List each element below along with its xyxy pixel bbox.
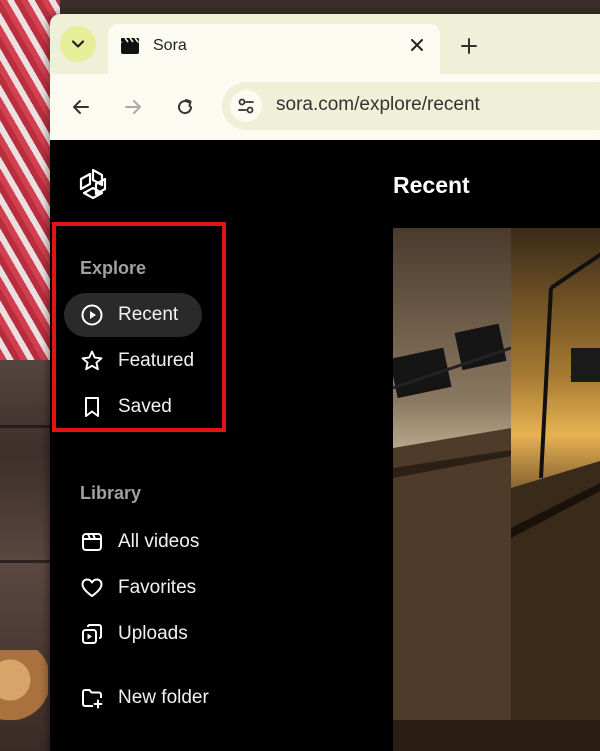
new-folder-label: New folder bbox=[118, 687, 209, 708]
clapperboard-icon bbox=[80, 530, 104, 554]
forward-button[interactable] bbox=[118, 92, 148, 122]
folder-plus-icon bbox=[80, 686, 104, 710]
arrow-left-icon bbox=[73, 100, 89, 114]
video-thumbnail[interactable] bbox=[511, 228, 600, 720]
sidebar-item-uploads[interactable]: Uploads bbox=[64, 612, 202, 656]
close-icon bbox=[411, 39, 423, 51]
sora-page: Recent Explore Recent Featured Saved Lib… bbox=[50, 140, 600, 751]
tab-strip: Sora bbox=[50, 14, 600, 74]
reload-icon bbox=[178, 99, 193, 115]
tab-search-button[interactable] bbox=[60, 26, 96, 62]
chevron-down-icon bbox=[71, 40, 85, 48]
video-thumbnail-image bbox=[511, 228, 600, 720]
clapperboard-favicon-icon bbox=[121, 37, 139, 54]
site-info-button[interactable] bbox=[230, 90, 262, 122]
uploads-icon bbox=[80, 622, 104, 646]
library-heading: Library bbox=[80, 483, 142, 503]
new-tab-button[interactable] bbox=[455, 32, 483, 60]
reload-button[interactable] bbox=[170, 92, 200, 122]
video-thumbnail[interactable] bbox=[393, 720, 600, 751]
sidebar-item-label: Favorites bbox=[118, 577, 197, 598]
cork-object bbox=[0, 650, 48, 720]
browser-toolbar: sora.com/explore/recent bbox=[50, 74, 600, 140]
address-bar[interactable]: sora.com/explore/recent bbox=[222, 82, 600, 130]
tab-close-button[interactable] bbox=[404, 32, 430, 58]
url-text: sora.com/explore/recent bbox=[276, 94, 480, 115]
sidebar-item-all-videos[interactable]: All videos bbox=[64, 520, 202, 564]
video-thumbnail-image bbox=[393, 228, 511, 720]
arrow-right-icon bbox=[125, 100, 141, 114]
plus-icon bbox=[461, 38, 477, 54]
annotation-highlight-box bbox=[52, 222, 226, 432]
openai-logo-icon[interactable] bbox=[76, 167, 110, 201]
sidebar-item-label: Uploads bbox=[118, 623, 188, 644]
browser-window: Sora sora.com/explore/recent Recent Expl… bbox=[50, 14, 600, 751]
tune-icon bbox=[238, 98, 254, 114]
back-button[interactable] bbox=[66, 92, 96, 122]
video-thumbnail[interactable] bbox=[393, 228, 511, 720]
sidebar-item-label: All videos bbox=[118, 531, 200, 552]
tab-title: Sora bbox=[153, 37, 187, 54]
page-title: Recent bbox=[393, 172, 470, 198]
heart-icon bbox=[80, 576, 104, 600]
sidebar-item-favorites[interactable]: Favorites bbox=[64, 566, 202, 610]
tab-sora[interactable]: Sora bbox=[108, 24, 440, 74]
new-folder-button[interactable]: New folder bbox=[64, 676, 234, 720]
